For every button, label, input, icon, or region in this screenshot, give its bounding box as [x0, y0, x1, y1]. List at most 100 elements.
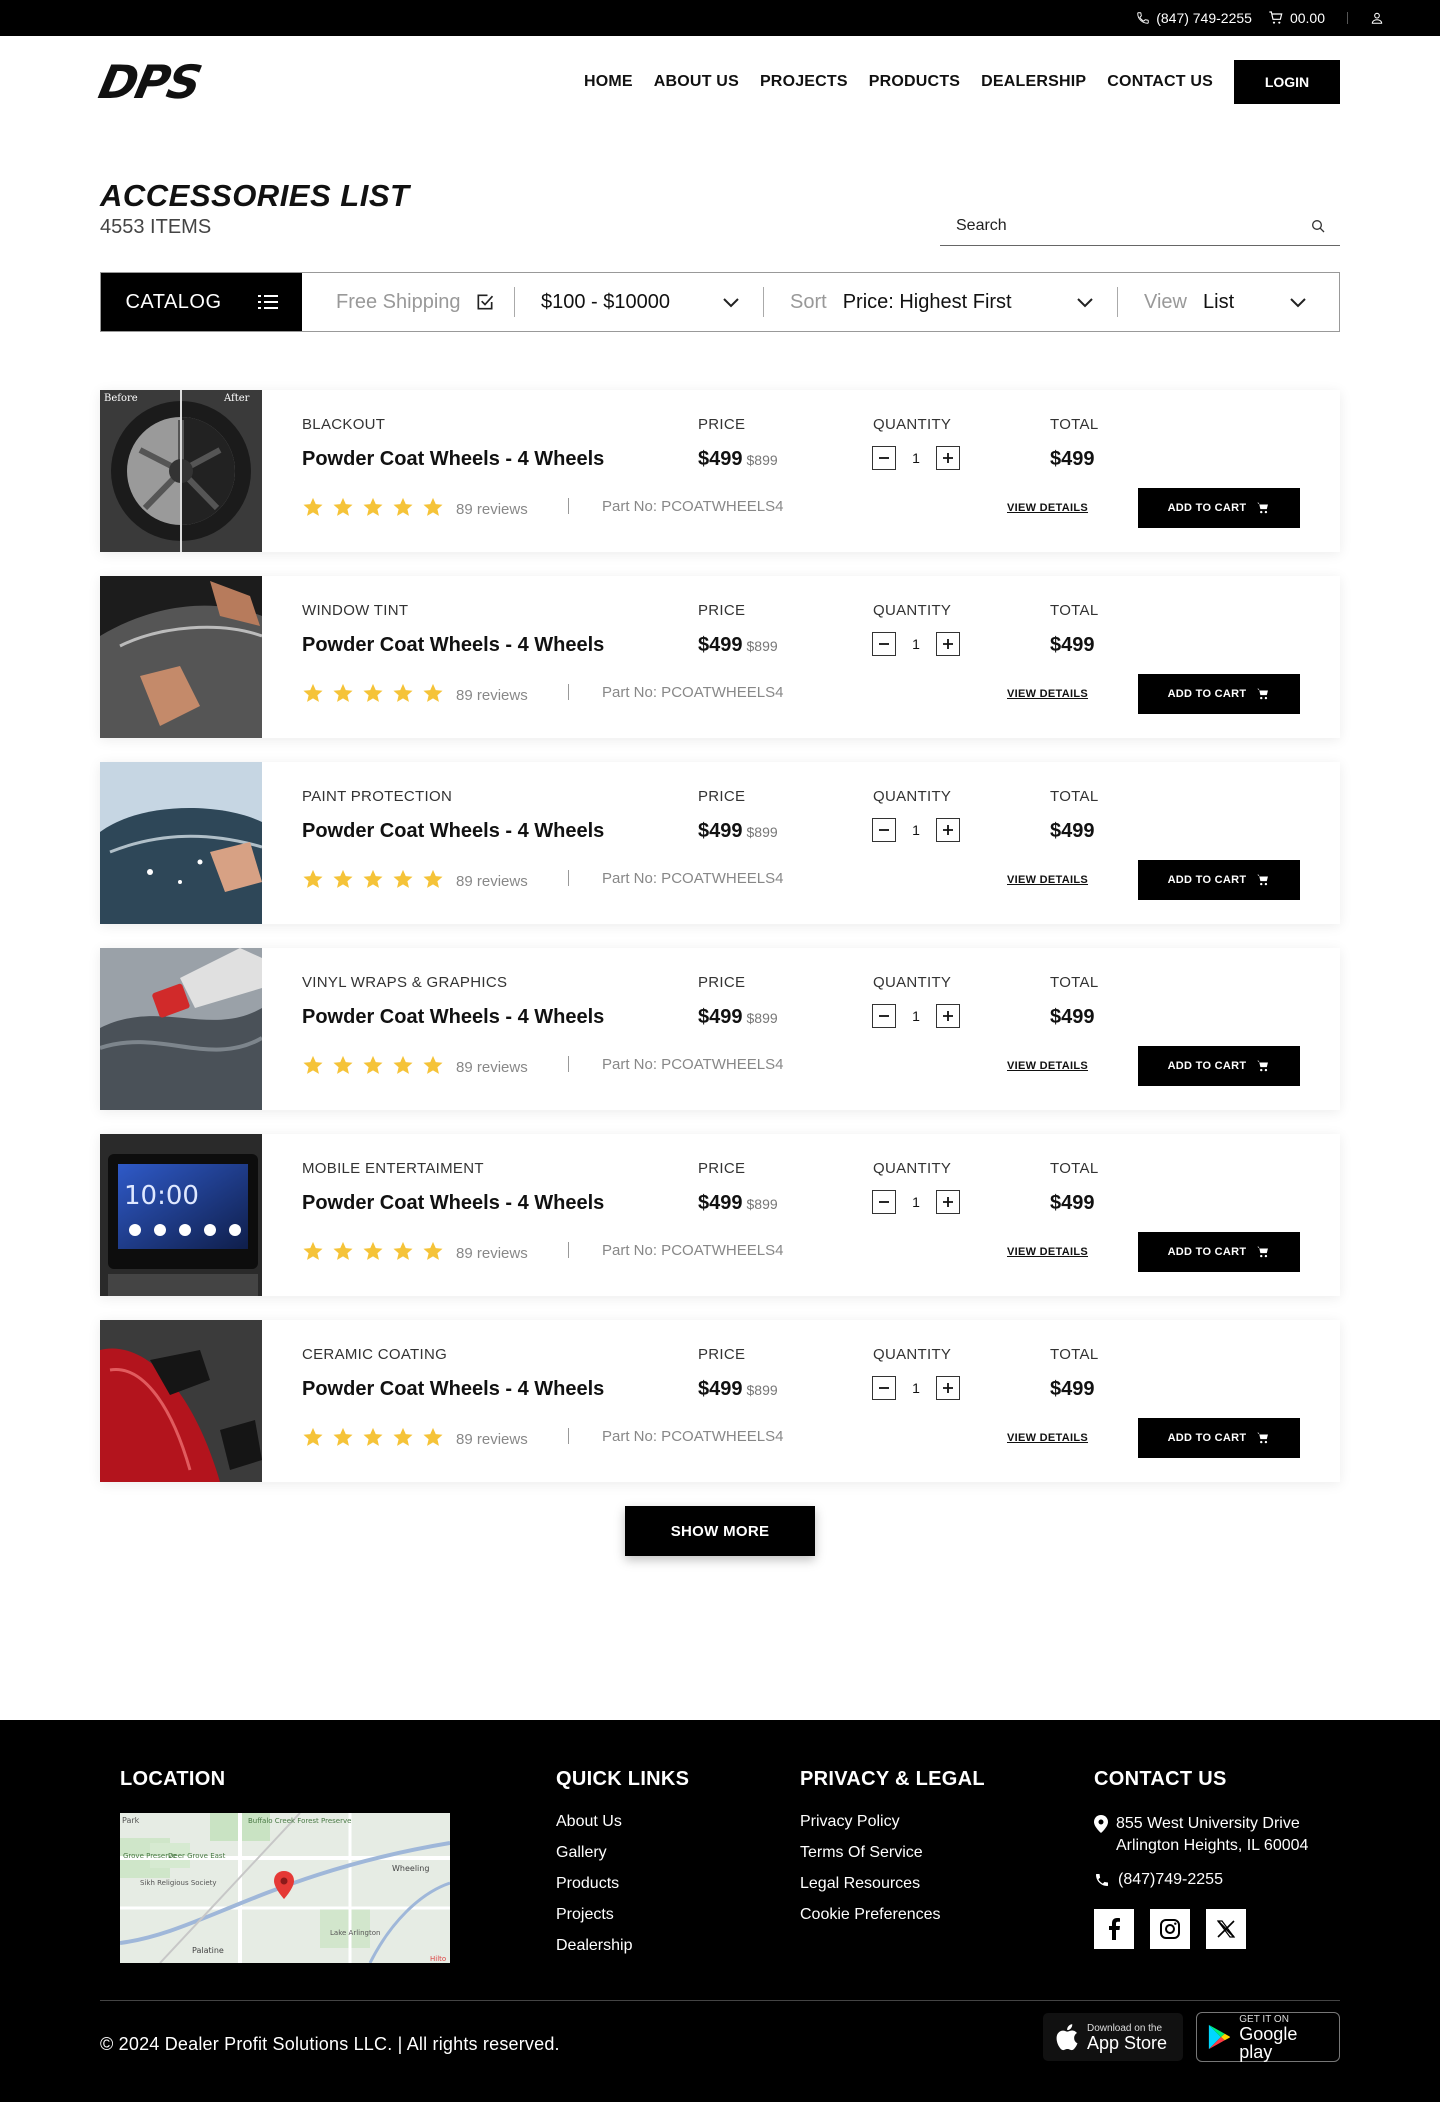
add-to-cart-button[interactable]: ADD TO CART — [1138, 1418, 1300, 1458]
total-label: TOTAL — [1050, 1160, 1099, 1177]
footer-link-legal-resources[interactable]: Legal Resources — [800, 1875, 985, 1893]
show-more-button[interactable]: SHOW MORE — [625, 1506, 815, 1556]
star-icon — [332, 682, 354, 709]
product-name[interactable]: Powder Coat Wheels - 4 Wheels — [302, 1192, 604, 1215]
product-image[interactable] — [100, 948, 262, 1110]
review-count[interactable]: 89 reviews — [456, 873, 528, 890]
facebook-icon[interactable] — [1094, 1909, 1134, 1949]
nav-products[interactable]: PRODUCTS — [869, 73, 960, 91]
product-card: VINYL WRAPS & GRAPHICS Powder Coat Wheel… — [100, 948, 1340, 1110]
sort-select[interactable]: Sort Price: Highest First — [764, 273, 1118, 331]
price-label: PRICE — [698, 1346, 746, 1363]
login-button[interactable]: LOGIN — [1234, 60, 1340, 104]
product-rating: 89 reviews — [302, 682, 528, 709]
nav-contact-us[interactable]: CONTACT US — [1107, 73, 1213, 91]
map-label: Hilto — [430, 1955, 446, 1963]
product-image[interactable] — [100, 1320, 262, 1482]
quantity-input[interactable]: 1 — [896, 1194, 936, 1210]
view-details-link[interactable]: VIEW DETAILS — [1007, 688, 1088, 700]
quantity-input[interactable]: 1 — [896, 1380, 936, 1396]
footer-link-cookie-preferences[interactable]: Cookie Preferences — [800, 1906, 985, 1924]
plus-icon[interactable] — [936, 1004, 960, 1028]
review-count[interactable]: 89 reviews — [456, 1245, 528, 1262]
review-count[interactable]: 89 reviews — [456, 687, 528, 704]
star-icon — [422, 1240, 444, 1267]
minus-icon[interactable] — [872, 1190, 896, 1214]
product-name[interactable]: Powder Coat Wheels - 4 Wheels — [302, 634, 604, 657]
view-details-link[interactable]: VIEW DETAILS — [1007, 502, 1088, 514]
view-details-link[interactable]: VIEW DETAILS — [1007, 874, 1088, 886]
nav-home[interactable]: HOME — [584, 73, 633, 91]
review-count[interactable]: 89 reviews — [456, 501, 528, 518]
view-details-link[interactable]: VIEW DETAILS — [1007, 1432, 1088, 1444]
plus-icon[interactable] — [936, 1376, 960, 1400]
plus-icon[interactable] — [936, 818, 960, 842]
add-to-cart-button[interactable]: ADD TO CART — [1138, 860, 1300, 900]
add-to-cart-button[interactable]: ADD TO CART — [1138, 488, 1300, 528]
product-name[interactable]: Powder Coat Wheels - 4 Wheels — [302, 1006, 604, 1029]
footer-link-privacy-policy[interactable]: Privacy Policy — [800, 1813, 985, 1831]
quantity-input[interactable]: 1 — [896, 1008, 936, 1024]
plus-icon[interactable] — [936, 1190, 960, 1214]
minus-icon[interactable] — [872, 818, 896, 842]
star-icon — [302, 682, 324, 709]
product-name[interactable]: Powder Coat Wheels - 4 Wheels — [302, 820, 604, 843]
quick-links-heading: QUICK LINKS — [556, 1768, 690, 1790]
product-total: $499 — [1050, 448, 1095, 470]
product-image[interactable]: 10:00 — [100, 1134, 262, 1296]
view-select[interactable]: View List — [1118, 273, 1339, 331]
search-input[interactable]: Search — [940, 206, 1340, 246]
quantity-input[interactable]: 1 — [896, 636, 936, 652]
review-count[interactable]: 89 reviews — [456, 1059, 528, 1076]
price-range-select[interactable]: $100 - $10000 — [515, 273, 764, 331]
location-map[interactable]: Park Buffalo Creek Forest Preserve Grove… — [120, 1813, 450, 1963]
footer-phone[interactable]: (847)749-2255 — [1094, 1869, 1308, 1891]
footer-link-terms[interactable]: Terms Of Service — [800, 1844, 985, 1862]
minus-icon[interactable] — [872, 1376, 896, 1400]
current-price: $499 — [698, 1378, 743, 1400]
quantity-input[interactable]: 1 — [896, 450, 936, 466]
cart-link[interactable]: 00.00 — [1268, 10, 1325, 26]
quantity-input[interactable]: 1 — [896, 822, 936, 838]
checkbox-checked-icon[interactable] — [475, 292, 495, 312]
product-image[interactable]: Before After — [100, 390, 262, 552]
footer-link-products[interactable]: Products — [556, 1875, 689, 1893]
star-icon — [332, 1240, 354, 1267]
catalog-button[interactable]: CATALOG — [101, 273, 302, 331]
nav-dealership[interactable]: DEALERSHIP — [981, 73, 1086, 91]
current-price: $499 — [698, 448, 743, 470]
google-play-badge[interactable]: GET IT ON Google play — [1196, 2012, 1340, 2062]
minus-icon[interactable] — [872, 1004, 896, 1028]
free-shipping-filter[interactable]: Free Shipping — [302, 273, 515, 331]
nav-about-us[interactable]: ABOUT US — [654, 73, 739, 91]
instagram-icon[interactable] — [1150, 1909, 1190, 1949]
app-store-badge[interactable]: Download on the App Store — [1042, 2012, 1184, 2062]
footer-link-about-us[interactable]: About Us — [556, 1813, 689, 1831]
user-icon[interactable] — [1370, 11, 1384, 25]
product-name[interactable]: Powder Coat Wheels - 4 Wheels — [302, 448, 604, 471]
app-store-small: Download on the — [1087, 2022, 1163, 2034]
minus-icon[interactable] — [872, 446, 896, 470]
product-image[interactable] — [100, 576, 262, 738]
footer-link-dealership[interactable]: Dealership — [556, 1937, 689, 1955]
catalog-label: CATALOG — [125, 290, 222, 313]
search-icon[interactable] — [1310, 218, 1326, 234]
phone-link[interactable]: (847) 749-2255 — [1136, 10, 1252, 26]
view-details-link[interactable]: VIEW DETAILS — [1007, 1246, 1088, 1258]
add-to-cart-label: ADD TO CART — [1167, 874, 1247, 886]
add-to-cart-button[interactable]: ADD TO CART — [1138, 1046, 1300, 1086]
footer-link-projects[interactable]: Projects — [556, 1906, 689, 1924]
view-details-link[interactable]: VIEW DETAILS — [1007, 1060, 1088, 1072]
product-name[interactable]: Powder Coat Wheels - 4 Wheels — [302, 1378, 604, 1401]
add-to-cart-button[interactable]: ADD TO CART — [1138, 674, 1300, 714]
nav-projects[interactable]: PROJECTS — [760, 73, 848, 91]
plus-icon[interactable] — [936, 446, 960, 470]
footer-link-gallery[interactable]: Gallery — [556, 1844, 689, 1862]
add-to-cart-button[interactable]: ADD TO CART — [1138, 1232, 1300, 1272]
review-count[interactable]: 89 reviews — [456, 1431, 528, 1448]
plus-icon[interactable] — [936, 632, 960, 656]
product-image[interactable] — [100, 762, 262, 924]
minus-icon[interactable] — [872, 632, 896, 656]
dps-logo[interactable]: DPS — [94, 55, 205, 109]
x-twitter-icon[interactable] — [1206, 1909, 1246, 1949]
